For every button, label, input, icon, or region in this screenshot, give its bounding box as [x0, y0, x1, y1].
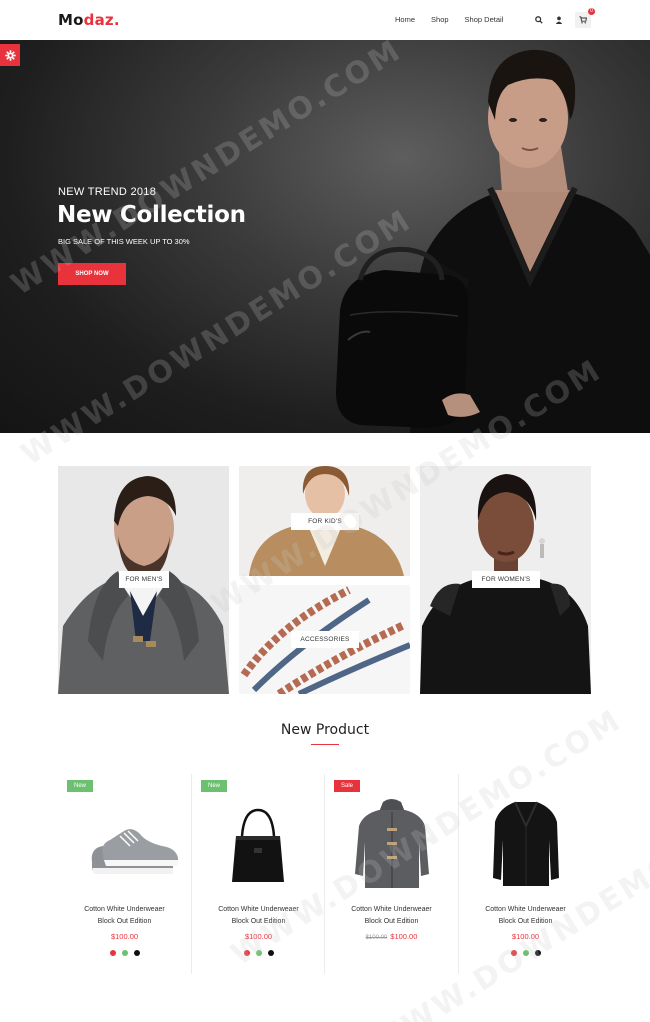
gear-icon [4, 49, 16, 61]
badge-sale: Sale [334, 780, 361, 792]
cart-icon [579, 16, 587, 24]
logo-accent: daz. [83, 11, 120, 29]
shop-now-button[interactable]: SHOP NOW [58, 263, 126, 285]
swatch-black[interactable] [534, 950, 541, 956]
search-icon[interactable] [532, 13, 546, 27]
product-name-line1: Cotton White Underweaer [218, 906, 299, 913]
category-accessories-tile[interactable]: ACCESSORIES [239, 585, 410, 694]
site-header: Modaz. Home Shop Shop Detail 0 [0, 0, 650, 40]
product-card[interactable]: Cotton White Underweaer Block Out Edition… [459, 774, 592, 974]
hero-subtitle: BIG SALE OF THIS WEEK UP TO 30% [58, 237, 190, 246]
product-price: $100.00 [511, 932, 540, 941]
color-swatches [459, 950, 592, 956]
cart-button[interactable]: 0 [575, 8, 595, 28]
user-icon[interactable] [552, 13, 566, 27]
nav-shop-detail[interactable]: Shop Detail [465, 15, 504, 24]
cart-count-badge: 0 [588, 8, 595, 15]
main-nav: Home Shop Shop Detail [395, 15, 519, 24]
nav-home[interactable]: Home [395, 15, 415, 24]
product-name-line2: Block Out Edition [97, 918, 152, 925]
section-title: New Product [280, 722, 370, 738]
product-price: $100.00 $100.00 [325, 932, 458, 941]
category-kids-tile[interactable]: FOR KID'S [239, 466, 410, 576]
product-name: Cotton White Underweaer Block Out Edition [192, 904, 325, 928]
color-swatches [192, 950, 325, 956]
category-kids-label: FOR KID'S [291, 513, 359, 530]
logo[interactable]: Modaz. [58, 11, 120, 29]
swatch-green[interactable] [255, 950, 262, 956]
category-men-label: FOR MEN'S [119, 571, 169, 588]
product-name-line1: Cotton White Underweaer [485, 906, 566, 913]
product-card[interactable]: New Cotton White Underweaer Block Out Edi… [58, 774, 191, 974]
hero-kicker: NEW TREND 2018 [58, 186, 157, 198]
swatch-green[interactable] [121, 950, 128, 956]
nav-shop[interactable]: Shop [431, 15, 449, 24]
old-price: $100.00 [365, 935, 388, 941]
product-name: Cotton White Underweaer Block Out Edition [58, 904, 191, 928]
product-name: Cotton White Underweaer Block Out Edition [325, 904, 458, 928]
section-underline [311, 744, 339, 745]
duffle-coat-image [355, 799, 429, 888]
badge-new: New [67, 780, 94, 792]
swatch-red[interactable] [243, 950, 250, 956]
category-accessories-label: ACCESSORIES [291, 631, 359, 648]
product-price: $100.00 [110, 932, 139, 941]
product-card[interactable]: Sale Cotton White Underweaer Block Out Ed… [325, 774, 458, 974]
sneaker-image [91, 829, 178, 874]
product-name-line2: Block Out Edition [231, 918, 286, 925]
product-card[interactable]: New Cotton White Underweaer Block Out Edi… [192, 774, 325, 974]
product-name: Cotton White Underweaer Block Out Edition [459, 904, 592, 928]
product-price: $100.00 [244, 932, 273, 941]
product-name-line1: Cotton White Underweaer [84, 906, 165, 913]
hero-model-image [335, 49, 650, 433]
swatch-black[interactable] [267, 950, 274, 956]
product-name-line2: Block Out Edition [364, 918, 419, 925]
product-name-line2: Block Out Edition [498, 918, 553, 925]
badge-new: New [201, 780, 228, 792]
swatch-black[interactable] [133, 950, 140, 956]
hero-title: New Collection [57, 202, 246, 228]
hero-banner: NEW TREND 2018 New Collection BIG SALE O… [0, 40, 650, 433]
black-coat-image [493, 801, 559, 886]
tote-bag-image [232, 808, 284, 882]
logo-main: Mo [58, 11, 84, 29]
swatch-red[interactable] [510, 950, 517, 956]
swatch-red[interactable] [109, 950, 116, 956]
swatch-green[interactable] [522, 950, 529, 956]
category-women-tile[interactable]: FOR WOMEN'S [420, 466, 591, 694]
product-name-line1: Cotton White Underweaer [351, 906, 432, 913]
current-price: $100.00 [390, 932, 418, 941]
settings-button[interactable] [0, 44, 20, 66]
category-women-label: FOR WOMEN'S [472, 571, 540, 588]
category-men-tile[interactable]: FOR MEN'S [58, 466, 229, 694]
color-swatches [58, 950, 191, 956]
